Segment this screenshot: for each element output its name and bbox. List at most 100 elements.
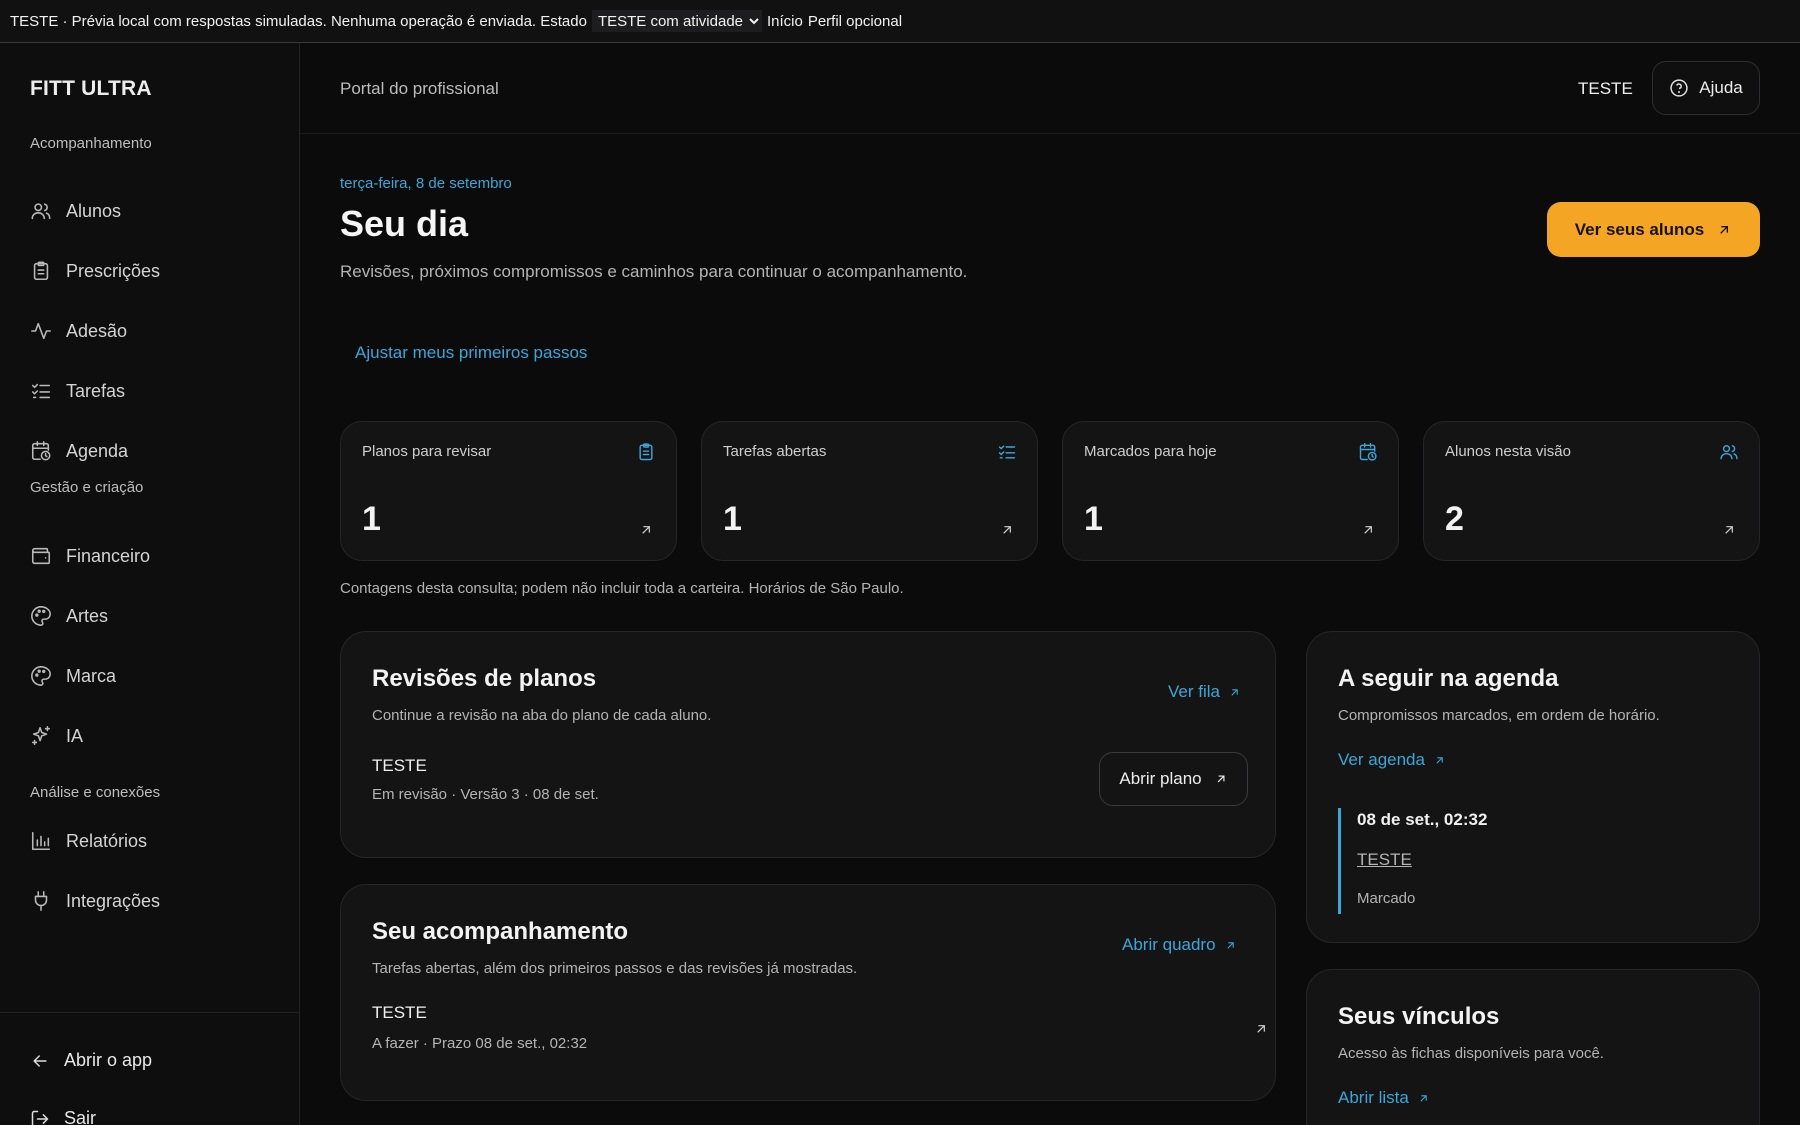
arrow-up-right-icon <box>1226 941 1234 949</box>
open-app-button[interactable]: Abrir o app <box>30 1050 152 1071</box>
arrow-up-right-icon <box>642 526 650 534</box>
stat-label: Tarefas abertas <box>723 443 827 460</box>
stat-card-plans[interactable]: Planos para revisar 1 <box>340 421 677 561</box>
logout-button[interactable]: Sair <box>30 1108 96 1125</box>
stat-value: 1 <box>1084 500 1103 538</box>
clipboard-icon <box>639 443 653 461</box>
plug-icon <box>34 891 48 911</box>
review-meta: Em revisão · Versão 3 · 08 de set. <box>372 786 599 803</box>
wallet-icon <box>31 547 51 565</box>
arrow-up-right-icon <box>1364 526 1372 534</box>
section-label-gestao: Gestão e criação <box>30 479 144 496</box>
arrow-left-icon <box>33 1054 47 1067</box>
page-subtitle: Revisões, próximos compromissos e caminh… <box>340 262 968 281</box>
user-name[interactable]: TESTE <box>1578 79 1633 99</box>
card-title: Seus vínculos <box>1338 1003 1500 1030</box>
stat-card-tasks[interactable]: Tarefas abertas 1 <box>701 421 1038 561</box>
card-title: Revisões de planos <box>372 665 597 692</box>
bar-chart-icon <box>31 831 51 851</box>
sidebar-item-artes[interactable]: Artes <box>30 601 108 631</box>
sidebar-item-agenda[interactable]: Agenda <box>30 436 128 466</box>
arrow-up-right-icon <box>1257 1025 1265 1033</box>
home-link[interactable]: Início <box>767 13 803 30</box>
stat-label: Planos para revisar <box>362 443 492 460</box>
card-description: Continue a revisão na aba do plano de ca… <box>372 707 712 724</box>
sidebar: FITT ULTRA Acompanhamento Alunos Prescri… <box>0 43 300 1125</box>
sidebar-item-marca[interactable]: Marca <box>30 661 116 691</box>
arrow-up-right-icon <box>1420 1094 1427 1102</box>
section-label-analise: Análise e conexões <box>30 784 161 801</box>
palette-icon <box>31 666 51 686</box>
arrow-up-right-icon <box>1003 526 1011 534</box>
follow-up-card: Seu acompanhamento Tarefas abertas, além… <box>340 884 1276 1101</box>
sidebar-item-adesao[interactable]: Adesão <box>30 316 127 346</box>
arrow-up-right-icon <box>1720 225 1729 234</box>
logout-icon <box>31 1110 49 1125</box>
agenda-entry-status: Marcado <box>1357 890 1416 907</box>
task-open-arrow[interactable] <box>1253 1021 1269 1037</box>
calendar-clock-icon <box>1359 442 1377 461</box>
view-agenda-link[interactable]: Ver agenda <box>1338 750 1446 770</box>
open-plan-button[interactable]: Abrir plano <box>1099 752 1248 806</box>
checklist-icon <box>998 445 1016 459</box>
link-label: Abrir quadro <box>1122 935 1216 954</box>
sidebar-item-label: Adesão <box>66 320 128 341</box>
sidebar-item-integracoes[interactable]: Integrações <box>30 886 160 916</box>
sidebar-item-label: Tarefas <box>66 380 126 401</box>
brand-logo[interactable]: FITT ULTRA <box>30 77 152 101</box>
agenda-entry-time: 08 de set., 02:32 <box>1357 810 1488 829</box>
view-queue-link[interactable]: Ver fila <box>1168 682 1241 702</box>
portal-title: Portal do profissional <box>340 79 499 98</box>
sidebar-item-label: Agenda <box>66 440 129 461</box>
stat-label: Alunos nesta visão <box>1445 443 1571 460</box>
sidebar-item-financeiro[interactable]: Financeiro <box>30 541 150 571</box>
sidebar-item-label: IA <box>66 725 84 746</box>
view-students-label: Ver seus alunos <box>1574 219 1705 239</box>
stat-label: Marcados para hoje <box>1084 443 1217 460</box>
state-select[interactable]: TESTE com atividade <box>591 10 762 32</box>
arrow-up-right-icon <box>1725 526 1733 534</box>
agenda-entry-student-link[interactable]: TESTE <box>1357 850 1412 870</box>
card-title: Seu acompanhamento <box>372 918 629 945</box>
sidebar-item-relatorios[interactable]: Relatórios <box>30 826 147 856</box>
stat-card-students[interactable]: Alunos nesta visão 2 <box>1423 421 1760 561</box>
sidebar-item-label: Marca <box>66 665 117 686</box>
sidebar-item-prescricoes[interactable]: Prescrições <box>30 256 160 286</box>
review-student-name: TESTE <box>372 756 427 775</box>
sidebar-item-tarefas[interactable]: Tarefas <box>30 376 125 406</box>
sidebar-item-label: Artes <box>66 605 109 626</box>
sidebar-item-label: Prescrições <box>66 260 161 281</box>
open-board-link[interactable]: Abrir quadro <box>1122 935 1237 955</box>
calendar-clock-icon <box>31 441 51 461</box>
stat-value: 1 <box>723 500 742 538</box>
open-app-label: Abrir o app <box>64 1050 153 1070</box>
clipboard-icon <box>33 261 49 281</box>
preview-bar: TESTE · Prévia local com respostas simul… <box>0 0 1800 43</box>
agenda-entry: 08 de set., 02:32 TESTE Marcado <box>1338 808 1618 914</box>
link-label: Abrir lista <box>1338 1088 1409 1107</box>
section-label-acompanhamento: Acompanhamento <box>30 135 152 152</box>
users-icon <box>31 203 51 220</box>
task-student-name: TESTE <box>372 1003 427 1022</box>
counts-note: Contagens desta consulta; podem não incl… <box>340 580 904 597</box>
sidebar-item-ia[interactable]: IA <box>30 721 83 751</box>
links-card: Seus vínculos Acesso às fichas disponíve… <box>1306 969 1760 1125</box>
logout-label: Sair <box>64 1108 97 1125</box>
open-list-link[interactable]: Abrir lista <box>1338 1088 1430 1108</box>
task-meta: A fazer · Prazo 08 de set., 02:32 <box>372 1035 588 1052</box>
sidebar-item-label: Relatórios <box>66 830 148 851</box>
first-steps-link[interactable]: Ajustar meus primeiros passos <box>355 343 587 363</box>
profile-link[interactable]: Perfil opcional <box>808 13 902 30</box>
stat-card-today[interactable]: Marcados para hoje 1 <box>1062 421 1399 561</box>
sidebar-item-label: Alunos <box>66 200 122 221</box>
view-students-button[interactable]: Ver seus alunos <box>1547 202 1760 257</box>
arrow-up-right-icon <box>1436 756 1443 764</box>
agenda-card: A seguir na agenda Compromissos marcados… <box>1306 631 1760 943</box>
help-circle-icon <box>1670 79 1688 97</box>
main-header: Portal do profissional TESTE Ajuda <box>300 43 1800 134</box>
sidebar-item-label: Integrações <box>66 890 161 911</box>
card-description: Acesso às fichas disponíveis para você. <box>1338 1045 1604 1062</box>
help-button[interactable]: Ajuda <box>1652 61 1760 115</box>
card-description: Tarefas abertas, além dos primeiros pass… <box>372 960 858 977</box>
sidebar-item-alunos[interactable]: Alunos <box>30 196 121 226</box>
